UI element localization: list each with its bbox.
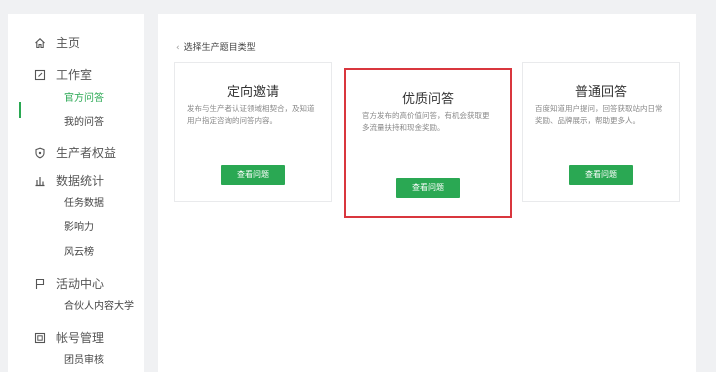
card-quality-qa: 优质问答 官方发布的高价值问答，有机会获取更多流量扶持和现金奖励。 查看问题 <box>344 68 512 218</box>
sidebar-item-partner-university[interactable]: 合伙人内容大学 <box>64 299 134 315</box>
card-description: 发布与生产者认证领域相契合，及知道用户指定咨询的问答内容。 <box>187 104 315 125</box>
nav-rights[interactable]: 生产者权益 <box>34 144 116 162</box>
shield-icon <box>34 146 46 159</box>
nav-home-label: 主页 <box>56 36 81 50</box>
nav-account[interactable]: 帐号管理 <box>34 329 104 347</box>
nav-account-label: 帐号管理 <box>56 331 105 345</box>
home-icon <box>34 36 46 49</box>
nav-stats-label: 数据统计 <box>56 174 105 188</box>
edit-icon <box>34 68 46 81</box>
card-general-answer: 普通回答 百度知道用户提问，回答获取站内日常奖励、品牌展示，帮助更多人。 查看问… <box>522 62 680 202</box>
nav-stats[interactable]: 数据统计 <box>34 172 104 190</box>
sidebar-item-member-review[interactable]: 团员审核 <box>64 353 104 369</box>
sidebar-item-influence[interactable]: 影响力 <box>64 220 94 236</box>
view-questions-button[interactable]: 查看问题 <box>569 165 633 185</box>
bar-chart-icon <box>34 174 46 187</box>
nav-activity-label: 活动中心 <box>56 277 105 291</box>
nav-activity[interactable]: 活动中心 <box>34 275 104 293</box>
sidebar-item-leaderboard[interactable]: 风云榜 <box>64 245 94 261</box>
account-icon <box>34 331 46 344</box>
nav-rights-label: 生产者权益 <box>56 146 117 160</box>
nav-home[interactable]: 主页 <box>34 34 80 52</box>
nav-studio-label: 工作室 <box>56 68 93 82</box>
sidebar-item-my-qa[interactable]: 我的问答 <box>64 115 104 131</box>
breadcrumb-label: 选择生产题目类型 <box>183 43 256 53</box>
active-indicator <box>19 102 21 118</box>
chevron-left-icon: ‹ <box>176 43 180 53</box>
main-panel: ‹ 选择生产题目类型 定向邀请 发布与生产者认证领域相契合，及知道用户指定咨询的问… <box>158 14 696 372</box>
view-questions-button[interactable]: 查看问题 <box>396 178 460 198</box>
card-title: 普通回答 <box>574 85 627 100</box>
view-questions-button[interactable]: 查看问题 <box>221 165 285 185</box>
sidebar-item-official-qa[interactable]: 官方问答 <box>64 91 104 107</box>
card-description: 百度知道用户提问，回答获取站内日常奖励、品牌展示，帮助更多人。 <box>535 104 663 125</box>
breadcrumb[interactable]: ‹ 选择生产题目类型 <box>176 40 256 53</box>
card-title: 优质问答 <box>401 92 454 107</box>
card-title: 定向邀请 <box>226 85 279 100</box>
nav-studio[interactable]: 工作室 <box>34 66 92 84</box>
flag-icon <box>34 277 46 289</box>
sidebar: 主页 工作室 官方问答 我的问答 生产者权益 数据统计 任务数据 影响力 风云榜… <box>8 14 144 372</box>
card-description: 官方发布的高价值问答，有机会获取更多流量扶持和现金奖励。 <box>362 111 490 132</box>
card-directed-invite: 定向邀请 发布与生产者认证领域相契合，及知道用户指定咨询的问答内容。 查看问题 <box>174 62 332 202</box>
sidebar-item-task-data[interactable]: 任务数据 <box>64 196 104 212</box>
